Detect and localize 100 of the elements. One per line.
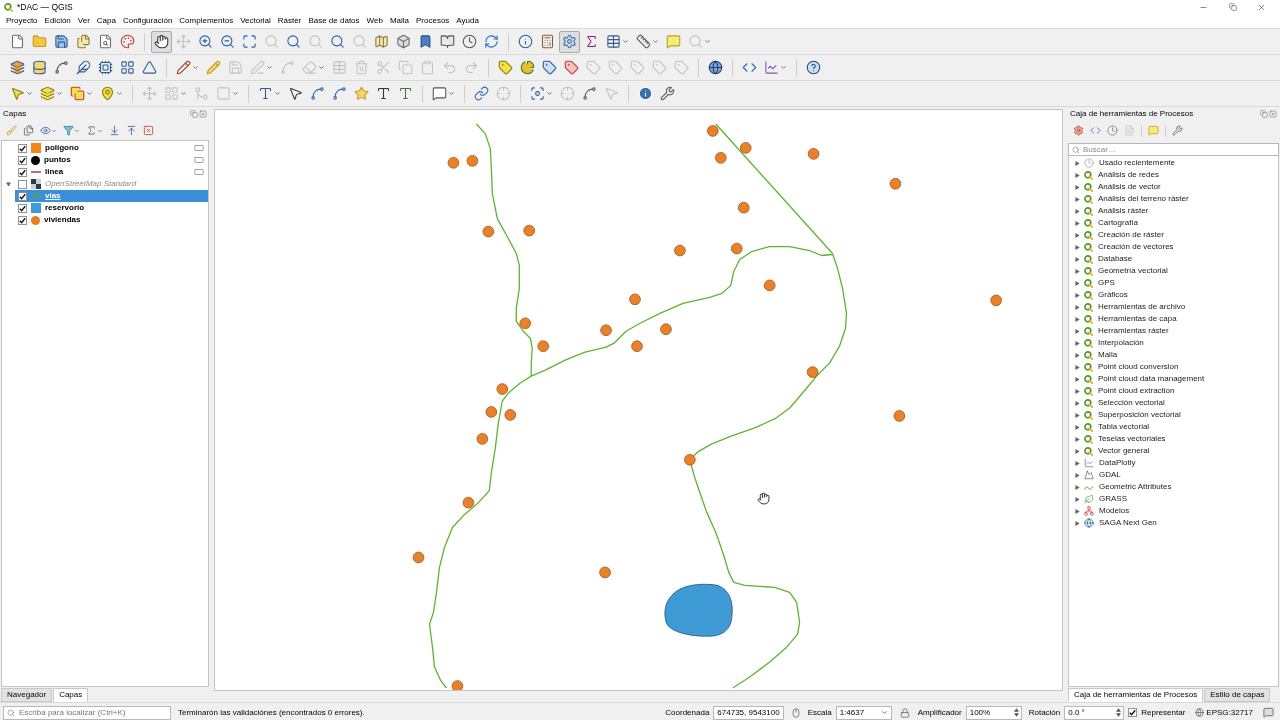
speech-bubble-icon[interactable] <box>1263 707 1274 718</box>
crs-button[interactable]: EPSG:32717 <box>1195 706 1253 719</box>
provider-item[interactable]: DataPlotly <box>1084 457 1136 469</box>
expand-arrow-icon[interactable] <box>1075 508 1080 514</box>
expand-arrow-icon[interactable] <box>1075 172 1080 178</box>
expand-arrow-icon[interactable] <box>1075 196 1080 202</box>
expand-arrow-icon[interactable] <box>1075 232 1080 238</box>
layer-item[interactable]: OpenStreetMap Standard <box>15 178 208 190</box>
rectangle-icon[interactable] <box>194 167 204 177</box>
panel-tool-button[interactable] <box>61 123 82 138</box>
panel-tab[interactable]: Estilo de capas <box>1204 688 1271 702</box>
provider-item[interactable]: Malla <box>1084 349 1118 361</box>
expand-arrow-icon[interactable] <box>1075 328 1080 334</box>
checkbox[interactable] <box>18 143 27 153</box>
provider-item[interactable]: Análisis de vector <box>1084 181 1161 193</box>
expand-arrow-icon[interactable] <box>1075 412 1080 418</box>
provider-item[interactable]: Point cloud extraction <box>1084 385 1175 397</box>
provider-item[interactable]: SAGA Next Gen <box>1084 517 1157 529</box>
expand-arrow-icon[interactable] <box>1075 208 1080 214</box>
panel-tab[interactable]: Capas <box>53 688 89 702</box>
scale-combobox[interactable]: 1:4637 <box>835 705 892 720</box>
provider-item[interactable]: Análisis ráster <box>1084 205 1149 217</box>
expand-arrow-icon[interactable] <box>1075 364 1080 370</box>
checkbox[interactable] <box>18 215 27 225</box>
menu-item[interactable]: Vectorial <box>240 15 271 27</box>
expand-arrow-icon[interactable] <box>1075 280 1080 286</box>
provider-item[interactable]: Herramientas ráster <box>1084 325 1169 337</box>
menu-item[interactable]: Capa <box>96 15 116 27</box>
menu-item[interactable]: Procesos <box>416 15 450 27</box>
menu-item[interactable]: Ráster <box>277 15 302 27</box>
panel-tool-button[interactable] <box>21 123 36 138</box>
provider-item[interactable]: GDAL <box>1084 469 1121 481</box>
coordinate-field[interactable]: 674735, 9543100 <box>713 705 784 720</box>
menu-item[interactable]: Ayuda <box>456 15 479 27</box>
provider-item[interactable]: Geometría vectorial <box>1084 265 1168 277</box>
rectangle-icon[interactable] <box>194 155 204 165</box>
expand-arrow-icon[interactable] <box>1075 436 1080 442</box>
expand-arrow-icon[interactable] <box>1075 484 1080 490</box>
close-icon[interactable] <box>199 110 207 118</box>
checkbox[interactable] <box>18 167 27 177</box>
expand-arrow-icon[interactable] <box>1075 352 1080 358</box>
menu-item[interactable]: Proyecto <box>6 15 38 27</box>
provider-item[interactable]: Teselas vectoriales <box>1084 433 1166 445</box>
provider-item[interactable]: GRASS <box>1084 493 1127 505</box>
expand-arrow-icon[interactable] <box>1075 520 1080 526</box>
checkbox[interactable] <box>18 179 27 189</box>
provider-item[interactable]: Database <box>1084 253 1133 265</box>
menu-item[interactable]: Configuración <box>122 15 173 27</box>
checkbox[interactable] <box>18 203 27 213</box>
lock-icon[interactable] <box>899 707 910 718</box>
expand-arrow-icon[interactable] <box>1075 292 1080 298</box>
provider-item[interactable]: Interpolación <box>1084 337 1144 349</box>
provider-item[interactable]: Cartografía <box>1084 217 1139 229</box>
provider-item[interactable]: Selección vectorial <box>1084 397 1165 409</box>
provider-item[interactable]: Geometric Attributes <box>1084 481 1172 493</box>
provider-item[interactable]: Análisis de redes <box>1084 169 1159 181</box>
provider-item[interactable]: Análisis del terreno ráster <box>1084 193 1189 205</box>
locator-field[interactable]: Escriba para localizar (Ctrl+K) <box>3 705 171 720</box>
expand-arrow-icon[interactable] <box>1075 388 1080 394</box>
layer-item[interactable]: puntos <box>15 154 208 166</box>
expand-arrow-icon[interactable] <box>1075 424 1080 430</box>
provider-item[interactable]: Modelos <box>1084 505 1130 517</box>
layer-item[interactable]: reservorio <box>15 202 208 214</box>
magnifier-spinbox[interactable]: 100% <box>965 705 1022 720</box>
expand-arrow-icon[interactable] <box>1075 256 1080 262</box>
expand-arrow-icon[interactable] <box>1075 268 1080 274</box>
menu-item[interactable]: Malla <box>389 15 409 27</box>
rotation-spinbox[interactable]: 0.0 ° <box>1064 705 1125 720</box>
expand-arrow-icon[interactable] <box>6 181 11 187</box>
menu-item[interactable]: Edición <box>44 15 71 27</box>
expand-arrow-icon[interactable] <box>1075 460 1080 466</box>
provider-item[interactable]: Creación de ráster <box>1084 229 1164 241</box>
expand-arrow-icon[interactable] <box>1075 304 1080 310</box>
checkbox[interactable] <box>1128 708 1138 717</box>
panel-tab[interactable]: Navegador <box>1 688 53 702</box>
expand-arrow-icon[interactable] <box>1075 448 1080 454</box>
expand-arrow-icon[interactable] <box>1075 184 1080 190</box>
provider-item[interactable]: Point cloud conversion <box>1084 361 1179 373</box>
expand-arrow-icon[interactable] <box>1075 472 1080 478</box>
expand-arrow-icon[interactable] <box>1075 340 1080 346</box>
expand-arrow-icon[interactable] <box>1075 220 1080 226</box>
provider-item[interactable]: Creación de vectores <box>1084 241 1174 253</box>
checkbox[interactable] <box>18 191 27 201</box>
expand-arrow-icon[interactable] <box>1075 496 1080 502</box>
checkbox[interactable] <box>18 155 27 165</box>
menu-item[interactable]: Web <box>366 15 383 27</box>
expand-arrow-icon[interactable] <box>1075 376 1080 382</box>
layer-item[interactable]: poligono <box>15 142 208 154</box>
provider-item[interactable]: Vector general <box>1084 445 1150 457</box>
search-field[interactable]: Buscar… <box>1068 143 1279 156</box>
menu-item[interactable]: Base de datos <box>308 15 360 27</box>
provider-item[interactable]: Point cloud data management <box>1084 373 1205 385</box>
layer-item[interactable]: viviendas <box>15 214 208 226</box>
provider-item[interactable]: Tabla vectorial <box>1084 421 1150 433</box>
provider-item[interactable]: GPS <box>1084 277 1115 289</box>
panel-tab[interactable]: Caja de herramientas de Procesos <box>1068 688 1204 702</box>
rectangle-icon[interactable] <box>194 143 204 153</box>
expand-arrow-icon[interactable] <box>1075 160 1080 166</box>
expand-arrow-icon[interactable] <box>1075 316 1080 322</box>
provider-item[interactable]: Superposición vectorial <box>1084 409 1181 421</box>
